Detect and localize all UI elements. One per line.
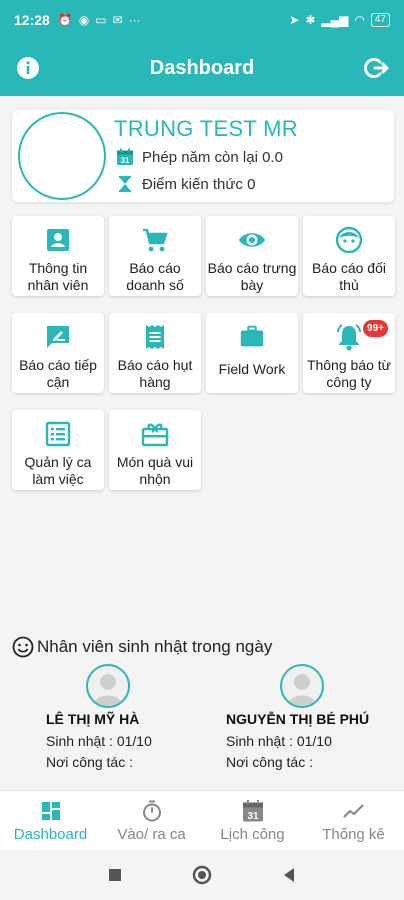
nav-check-in-out[interactable]: Vào/ ra ca (101, 791, 202, 850)
tile-company-notifications[interactable]: 99+ Thông báo từ công ty (303, 313, 395, 393)
tile-fun-gift[interactable]: Món quà vui nhộn (109, 410, 201, 490)
person-placeholder-icon (287, 674, 317, 706)
face-icon (335, 226, 363, 254)
tile-label: Thông tin nhân viên (27, 260, 89, 293)
info-icon[interactable] (16, 56, 40, 80)
eye-icon (239, 233, 265, 247)
birthday-date: Sinh nhật : 01/10 (46, 733, 152, 749)
wifi-icon: ◠ (354, 13, 365, 27)
tile-label: Báo cáo doanh số (126, 260, 184, 293)
birthday-date: Sinh nhật : 01/10 (226, 733, 332, 749)
profile-name: TRUNG TEST MR (114, 116, 298, 141)
battery-icon: 47 (370, 13, 390, 27)
system-nav-bar (0, 850, 404, 900)
cart-icon (143, 228, 168, 252)
alarm-icon: ⏰ (57, 13, 73, 27)
bluetooth-icon: ✱ (305, 13, 316, 27)
back-icon[interactable] (282, 867, 296, 883)
tile-display-report[interactable]: Báo cáo trưng bày (206, 216, 298, 296)
svg-text:31: 31 (121, 156, 130, 165)
birthday-workplace: Nơi công tác : (226, 754, 313, 770)
nav-statistics[interactable]: Thống kê (303, 791, 404, 850)
tile-label: Field Work (218, 361, 286, 378)
birthday-title-text: Nhân viên sinh nhật trong ngày (37, 637, 273, 656)
avatar (86, 664, 130, 708)
calendar-icon: 31 (242, 799, 263, 822)
tile-label: Báo cáo tiếp cận (19, 357, 97, 390)
nav-label: Vào/ ra ca (117, 825, 186, 843)
tile-label: Thông báo từ công ty (306, 357, 392, 390)
sim-icon: ▭ (95, 13, 107, 27)
tile-field-work[interactable]: Field Work (206, 313, 298, 393)
avatar (280, 664, 324, 708)
status-bar: 12:28 ⏰ ◉ ▭ ✉ ··· ➤ ✱ ▂▄▆ ◠ 47 (0, 0, 404, 40)
tile-label: Báo cáo trưng bày (207, 260, 297, 293)
chat-edit-icon (47, 326, 69, 348)
birthday-person-name: LÊ THỊ MỸ HÀ (46, 711, 140, 727)
profile-card[interactable]: TRUNG TEST MR 31 Phép năm còn lại 0.0 Đi… (12, 110, 394, 202)
more-icon: ··· (128, 13, 141, 27)
tile-shortage-report[interactable]: Báo cáo hụt hàng (109, 313, 201, 393)
notification-badge: 99+ (362, 319, 389, 338)
nav-dashboard[interactable]: Dashboard (0, 791, 101, 850)
hourglass-icon (119, 176, 131, 192)
list-icon (45, 421, 71, 447)
notification-icons: ⏰ ◉ ▭ ✉ ··· (58, 13, 141, 27)
annual-leave-row: 31 Phép năm còn lại 0.0 (116, 148, 283, 166)
receipt-icon (146, 325, 164, 349)
gift-icon (141, 423, 169, 447)
dashboard-icon (41, 801, 60, 820)
logout-icon[interactable] (364, 55, 390, 81)
person-card-icon (47, 229, 69, 251)
smile-icon (12, 636, 34, 658)
nav-label: Lịch công (220, 825, 285, 843)
birthday-person-name: NGUYỄN THỊ BÉ PHÚ (226, 711, 370, 727)
recents-icon[interactable] (108, 868, 122, 882)
system-icons: ➤ ✱ ▂▄▆ ◠ 47 (289, 13, 390, 27)
app-bar: Dashboard (0, 40, 404, 96)
messenger-icon: ◉ (78, 13, 90, 27)
tile-shift-management[interactable]: Quản lý ca làm việc (12, 410, 104, 490)
birthday-workplace: Nơi công tác : (46, 754, 133, 770)
home-icon[interactable] (192, 865, 212, 885)
tile-label: Báo cáo đối thủ (312, 260, 386, 293)
stopwatch-icon (142, 800, 161, 821)
tile-label: Báo cáo hụt hàng (117, 357, 193, 390)
birthday-section-title: Nhân viên sinh nhật trong ngày (12, 636, 272, 658)
knowledge-score-row: Điểm kiến thức 0 (116, 175, 255, 193)
knowledge-score-text: Điểm kiến thức 0 (142, 175, 256, 193)
tile-employee-info[interactable]: Thông tin nhân viên (12, 216, 104, 296)
status-time: 12:28 (14, 12, 50, 28)
annual-leave-text: Phép năm còn lại 0.0 (142, 148, 283, 166)
calendar-icon: 31 (117, 148, 133, 165)
svg-text:31: 31 (247, 811, 259, 822)
tile-label: Quản lý ca làm việc (24, 454, 92, 487)
signal-icon: ▂▄▆ (321, 13, 349, 27)
tile-competitor-report[interactable]: Báo cáo đối thủ (303, 216, 395, 296)
avatar[interactable] (18, 112, 106, 200)
location-icon: ➤ (289, 13, 300, 27)
nav-work-calendar[interactable]: 31 Lịch công (202, 791, 303, 850)
page-title: Dashboard (149, 56, 255, 79)
tile-label: Món quà vui nhộn (116, 454, 194, 487)
tile-outreach-report[interactable]: Báo cáo tiếp cận (12, 313, 104, 393)
bottom-nav: Dashboard Vào/ ra ca 31 Lịch công Thống … (0, 790, 404, 850)
briefcase-icon (240, 325, 264, 347)
nav-label: Thống kê (322, 825, 385, 843)
tile-sales-report[interactable]: Báo cáo doanh số (109, 216, 201, 296)
trend-icon (342, 803, 364, 818)
nav-label: Dashboard (13, 825, 88, 843)
bell-icon (337, 324, 361, 351)
person-placeholder-icon (93, 674, 123, 706)
mail-icon: ✉ (112, 13, 123, 27)
